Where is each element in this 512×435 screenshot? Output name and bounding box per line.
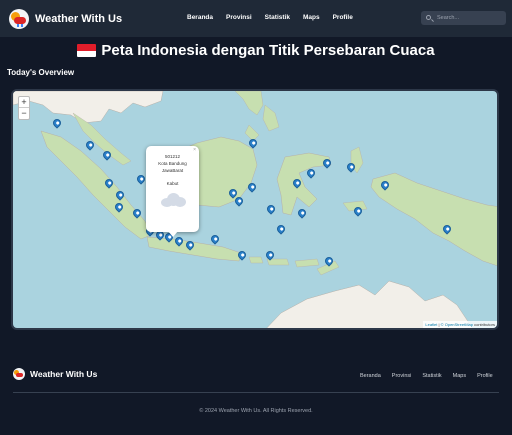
attribution-suffix: contributors <box>474 322 495 327</box>
map-attribution: Leaflet | © OpenStreetMap contributors <box>423 321 497 328</box>
leaflet-link[interactable]: Leaflet <box>425 322 437 327</box>
popup-close-button[interactable]: × <box>193 147 196 153</box>
popup-condition: Kabut <box>166 181 179 186</box>
weather-map[interactable]: + − × 501212 Kota Bandung JawaBarat Kabu… <box>11 89 499 330</box>
footer-nav-profile[interactable]: Profile <box>477 373 493 379</box>
zoom-out-button[interactable]: − <box>19 108 29 119</box>
brand-name: Weather With Us <box>35 13 123 25</box>
brand[interactable]: Weather With Us <box>9 9 122 29</box>
section-heading: Today's Overview <box>7 68 75 77</box>
main-nav: Beranda Provinsi Statistik Maps Profile <box>187 14 366 21</box>
weather-logo-icon <box>9 9 29 29</box>
zoom-control: + − <box>18 96 30 120</box>
osm-link[interactable]: © OpenStreetMap <box>441 322 473 327</box>
footer-nav: Beranda Provinsi Statistik Maps Profile <box>360 373 504 379</box>
search-box <box>421 11 506 25</box>
popup-code: 501212 <box>164 154 181 159</box>
nav-beranda[interactable]: Beranda <box>187 14 213 21</box>
footer-divider <box>13 392 499 393</box>
page-title-text: Peta Indonesia dengan Titik Persebaran C… <box>101 42 435 59</box>
nav-statistik[interactable]: Statistik <box>265 14 290 21</box>
nav-profile[interactable]: Profile <box>333 14 353 21</box>
weather-logo-icon <box>13 368 25 380</box>
zoom-in-button[interactable]: + <box>19 97 29 108</box>
copyright: © 2024 Weather With Us. All Rights Reser… <box>199 408 313 414</box>
footer-nav-statistik[interactable]: Statistik <box>422 373 441 379</box>
page-title: Peta Indonesia dengan Titik Persebaran C… <box>0 42 512 59</box>
search-input[interactable] <box>437 13 501 23</box>
map-tiles <box>13 91 497 328</box>
footer-nav-provinsi[interactable]: Provinsi <box>392 373 412 379</box>
footer-nav-beranda[interactable]: Beranda <box>360 373 381 379</box>
nav-maps[interactable]: Maps <box>303 14 320 21</box>
popup-province: JawaBarat <box>161 168 184 173</box>
popup-city: Kota Bandung <box>158 161 187 166</box>
footer-brand[interactable]: Weather With Us <box>13 368 97 380</box>
nav-provinsi[interactable]: Provinsi <box>226 14 252 21</box>
footer-nav-maps[interactable]: Maps <box>453 373 466 379</box>
footer-brand-name: Weather With Us <box>30 369 98 379</box>
weather-popup: × 501212 Kota Bandung JawaBarat Kabut <box>146 146 199 237</box>
navbar: Weather With Us Beranda Provinsi Statist… <box>0 0 512 37</box>
indonesia-flag-icon <box>77 44 97 57</box>
cloud-icon <box>159 192 187 208</box>
search-icon <box>426 15 431 20</box>
